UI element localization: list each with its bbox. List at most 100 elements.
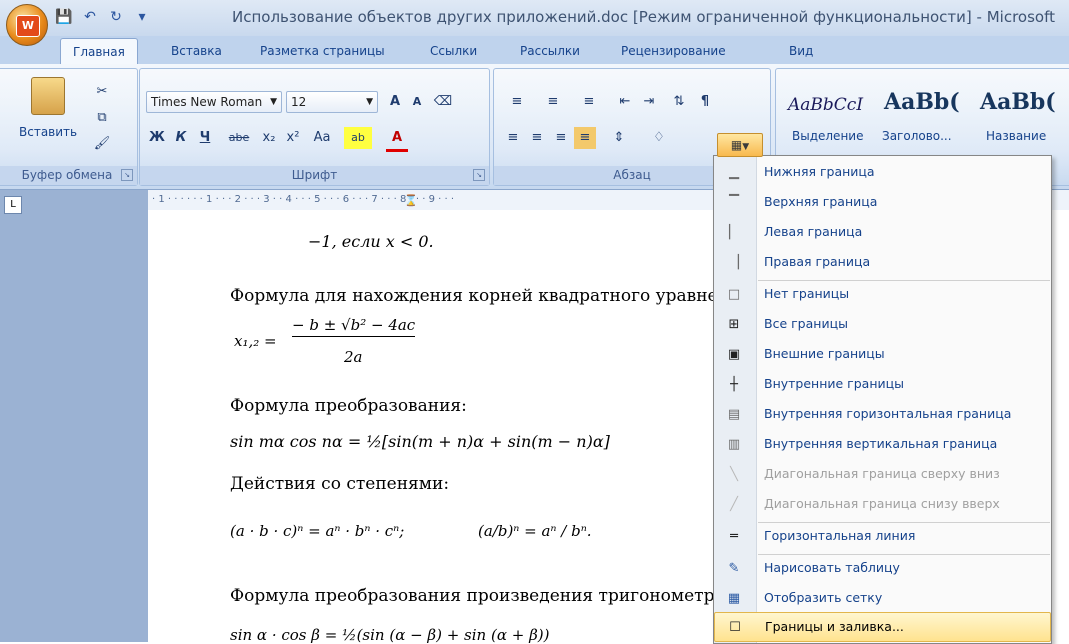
copy-icon[interactable]: ⧉: [91, 107, 113, 129]
font-group-label: Шрифт: [140, 166, 489, 185]
paste-button[interactable]: Вставить: [19, 125, 77, 139]
style-emphasis-sample[interactable]: AaBbCcI: [788, 95, 863, 115]
formula-quadratic-lhs: x₁,₂ =: [234, 332, 277, 350]
font-name-select[interactable]: Times New Roman ▼: [146, 91, 282, 113]
draw-table-icon: ✎: [728, 561, 740, 576]
office-button[interactable]: W: [6, 4, 48, 46]
format-painter-icon[interactable]: 🖌: [91, 133, 113, 155]
font-size-select[interactable]: 12 ▼: [286, 91, 378, 113]
multilevel-list-icon[interactable]: ≡: [574, 91, 604, 113]
menu-item-label: Левая граница: [764, 224, 863, 239]
bullets-icon[interactable]: ≡: [502, 91, 532, 113]
grow-font-button[interactable]: A: [384, 91, 406, 113]
align-right-icon[interactable]: ≡: [550, 127, 572, 149]
horizontal-line-icon: ═: [730, 529, 738, 544]
tab-home[interactable]: Главная: [60, 38, 138, 64]
menu-item-horizontal-line[interactable]: ═ Горизонтальная линия: [714, 522, 1051, 552]
justify-icon[interactable]: ≡: [574, 127, 596, 149]
align-left-icon[interactable]: ≡: [502, 127, 524, 149]
menu-item-inside-horizontal-border[interactable]: ▤ Внутренняя горизонтальная граница: [714, 400, 1051, 430]
sort-icon[interactable]: ⇅: [668, 91, 690, 113]
cut-icon[interactable]: ✂: [91, 81, 113, 103]
menu-item-view-gridlines[interactable]: ▦ Отобразить сетку: [714, 584, 1051, 614]
menu-item-outside-borders[interactable]: ▣ Внешние границы: [714, 340, 1051, 370]
shrink-font-button[interactable]: A: [406, 91, 428, 113]
office-logo-icon: W: [16, 15, 40, 37]
ribbon-tabs: Главная Вставка Разметка страницы Ссылки…: [0, 36, 1069, 64]
change-case-button[interactable]: Aa: [308, 127, 336, 149]
formula-transform: sin mα cos nα = ½[sin(m + n)α + sin(m − …: [230, 432, 610, 451]
shading-icon[interactable]: ♢: [644, 127, 674, 149]
menu-item-top-border[interactable]: ▔ Верхняя граница: [714, 188, 1051, 218]
style-heading-sample[interactable]: AaBb(: [884, 89, 960, 115]
menu-item-bottom-border[interactable]: ▁ Нижняя граница: [714, 158, 1051, 188]
decrease-indent-icon[interactable]: ⇤: [614, 91, 636, 113]
menu-item-label: Нарисовать таблицу: [764, 560, 900, 575]
menu-item-right-border[interactable]: ▕ Правая граница: [714, 248, 1051, 278]
font-size-value: 12: [291, 95, 307, 109]
menu-item-label: Диагональная граница снизу вверх: [764, 496, 1000, 511]
strikethrough-button[interactable]: abe: [224, 127, 254, 149]
bold-button[interactable]: Ж: [146, 127, 168, 149]
tab-references[interactable]: Ссылки: [430, 44, 477, 58]
align-center-icon[interactable]: ≡: [526, 127, 548, 149]
font-color-button[interactable]: A: [386, 127, 408, 152]
numbering-icon[interactable]: ≡: [538, 91, 568, 113]
menu-item-left-border[interactable]: ▏ Левая граница: [714, 218, 1051, 248]
inside-vertical-border-icon: ▥: [727, 437, 741, 452]
menu-item-inside-vertical-border[interactable]: ▥ Внутренняя вертикальная граница: [714, 430, 1051, 460]
quick-access-toolbar: 💾 ↶ ↻ ▾: [54, 6, 152, 28]
right-border-icon: ▕: [729, 255, 739, 270]
menu-item-borders-and-shading[interactable]: ☐ Границы и заливка...: [714, 612, 1051, 642]
menu-item-label: Отобразить сетку: [764, 590, 883, 605]
title-bar: 💾 ↶ ↻ ▾ Использование объектов других пр…: [0, 0, 1069, 36]
clear-formatting-icon[interactable]: ⌫: [432, 91, 454, 113]
clipboard-group-label: Буфер обмена: [0, 166, 137, 185]
font-name-value: Times New Roman: [151, 95, 263, 109]
increase-indent-icon[interactable]: ⇥: [638, 91, 660, 113]
paste-icon: [31, 77, 65, 115]
style-title-label[interactable]: Название: [986, 129, 1046, 143]
menu-item-label: Внешние границы: [764, 346, 885, 361]
formula-power-product: (a · b · c)ⁿ = aⁿ · bⁿ · cⁿ;: [230, 522, 405, 540]
show-marks-icon[interactable]: ¶: [694, 91, 716, 113]
tab-page-layout[interactable]: Разметка страницы: [260, 44, 385, 58]
style-title-sample[interactable]: AaBb(: [980, 89, 1056, 115]
formula-quadratic-numerator: − b ± √b² − 4ac: [292, 316, 416, 337]
menu-item-draw-table[interactable]: ✎ Нарисовать таблицу: [714, 554, 1051, 584]
italic-button[interactable]: К: [170, 127, 192, 149]
clipboard-launcher-icon[interactable]: ↘: [121, 169, 133, 181]
font-launcher-icon[interactable]: ↘: [473, 169, 485, 181]
tab-selector-icon[interactable]: L: [4, 196, 22, 214]
superscript-button[interactable]: x²: [282, 127, 304, 149]
menu-item-label: Диагональная граница сверху вниз: [764, 466, 1000, 481]
doc-line-transform-heading: Формула преобразования:: [230, 396, 467, 416]
highlight-color-button[interactable]: ab: [344, 127, 372, 149]
style-emphasis-label[interactable]: Выделение: [792, 129, 863, 143]
customize-icon[interactable]: ▾: [132, 8, 152, 26]
tab-insert[interactable]: Вставка: [171, 44, 222, 58]
style-heading-label[interactable]: Заголово...: [882, 129, 952, 143]
tab-view[interactable]: Вид: [789, 44, 813, 58]
tab-review[interactable]: Рецензирование: [621, 44, 726, 58]
window-title: Использование объектов других приложений…: [232, 8, 1055, 26]
borders-shading-icon: ☐: [729, 620, 741, 635]
subscript-button[interactable]: x₂: [258, 127, 280, 149]
underline-button[interactable]: Ч: [194, 127, 216, 149]
bottom-border-icon: ▁: [729, 165, 739, 180]
save-icon[interactable]: 💾: [54, 8, 74, 26]
borders-dropdown-button[interactable]: ▦▼: [717, 133, 763, 157]
chevron-down-icon: ▼: [270, 97, 277, 107]
menu-item-inside-borders[interactable]: ┼ Внутренние границы: [714, 370, 1051, 400]
redo-icon[interactable]: ↻: [106, 8, 126, 26]
tab-mailings[interactable]: Рассылки: [520, 44, 580, 58]
borders-icon: ▦: [730, 138, 743, 152]
inside-borders-icon: ┼: [730, 377, 738, 392]
undo-icon[interactable]: ↶: [80, 8, 100, 26]
doc-line-condition: −1, если x < 0.: [308, 232, 434, 251]
indent-marker-icon[interactable]: ⌛: [404, 191, 418, 211]
menu-item-all-borders[interactable]: ⊞ Все границы: [714, 310, 1051, 340]
formula-power-fraction: (a/b)ⁿ = aⁿ / bⁿ.: [478, 522, 592, 540]
line-spacing-icon[interactable]: ⇕: [604, 127, 634, 149]
menu-item-no-border[interactable]: □ Нет границы: [714, 280, 1051, 310]
